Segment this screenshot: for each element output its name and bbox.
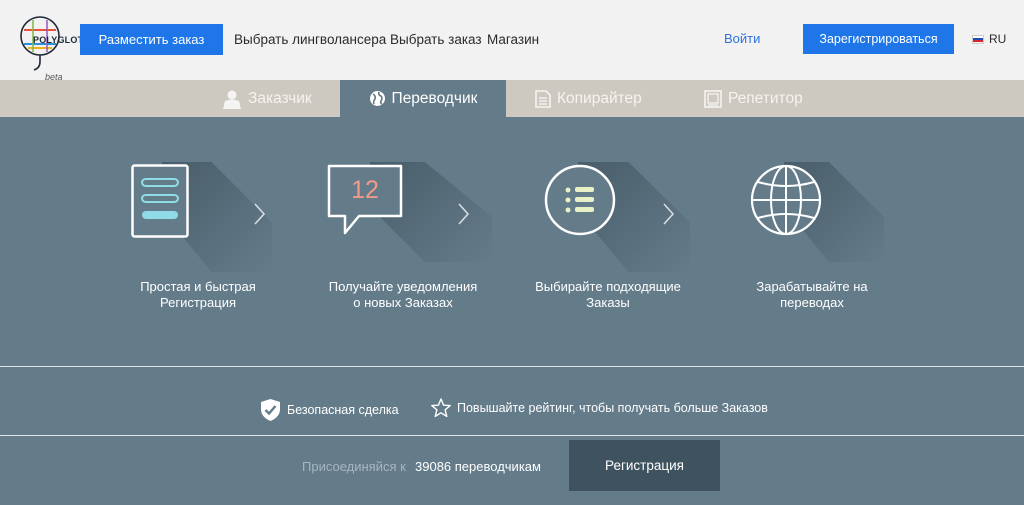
list-icon	[544, 164, 616, 236]
nav-choose-linguolancer[interactable]: Выбрать лингволансера	[234, 32, 386, 47]
tab-tutor[interactable]: Репетитор	[704, 80, 803, 117]
step-2-text: Получайте уведомления о новых Заказах	[313, 279, 493, 311]
tab-customer-label: Заказчик	[248, 89, 312, 107]
step-4-line2: переводах	[780, 295, 844, 310]
star-icon	[431, 398, 451, 418]
divider	[0, 435, 1024, 436]
rating-label: Повышайте рейтинг, чтобы получать больше…	[457, 401, 768, 415]
safe-deal-feature: Безопасная сделка	[260, 398, 399, 422]
chevron-right-icon	[663, 203, 675, 225]
language-selector[interactable]: RU	[972, 32, 1006, 46]
safe-deal-label: Безопасная сделка	[287, 403, 399, 417]
step-1-line2: Регистрация	[160, 295, 236, 310]
tab-copywriter[interactable]: Копирайтер	[535, 80, 642, 117]
signup-button[interactable]: Регистрация	[569, 440, 720, 491]
divider	[0, 366, 1024, 367]
polyglot-logo[interactable]: POLYGLOT beta	[14, 8, 83, 82]
step-2-line2: о новых Заказах	[353, 295, 453, 310]
globe-icon	[369, 91, 385, 106]
rating-feature: Повышайте рейтинг, чтобы получать больше…	[431, 398, 768, 418]
step-1-text: Простая и быстрая Регистрация	[108, 279, 288, 311]
user-icon	[223, 90, 241, 109]
role-tabs: Заказчик Переводчик Копирайтер Репетитор	[0, 80, 1024, 117]
step-1-line1: Простая и быстрая	[140, 279, 256, 294]
globe-icon	[750, 164, 822, 236]
book-icon	[704, 89, 722, 108]
language-code: RU	[989, 32, 1007, 46]
nav-shop[interactable]: Магазин	[487, 32, 539, 47]
tab-translator[interactable]: Переводчик	[340, 80, 506, 117]
join-prefix-text: Присоединяйся к	[302, 459, 406, 474]
register-button[interactable]: Зарегистрироваться	[803, 24, 954, 54]
step-3-text: Выбирайте подходящие Заказы	[518, 279, 698, 311]
russia-flag-icon	[972, 34, 984, 44]
document-icon	[535, 89, 551, 108]
header: POLYGLOT beta Разместить заказ Выбрать л…	[0, 0, 1024, 82]
form-icon	[131, 164, 189, 238]
tab-customer[interactable]: Заказчик	[222, 80, 312, 117]
tab-tutor-label: Репетитор	[728, 89, 803, 107]
tab-copywriter-label: Копирайтер	[557, 89, 642, 107]
place-order-button[interactable]: Разместить заказ	[80, 24, 223, 55]
step-4-text: Зарабатывайте на переводах	[722, 279, 902, 311]
login-link[interactable]: Войти	[724, 31, 760, 46]
chevron-right-icon	[458, 203, 470, 225]
step-4-line1: Зарабатывайте на	[756, 279, 868, 294]
nav-choose-order[interactable]: Выбрать заказ	[390, 32, 482, 47]
step-3-line2: Заказы	[586, 295, 630, 310]
step-2-line1: Получайте уведомления	[328, 279, 478, 294]
shield-check-icon	[261, 399, 280, 421]
notification-count: 12	[351, 176, 379, 204]
chevron-right-icon	[254, 203, 266, 225]
logo-text: POLYGLOT	[33, 35, 84, 45]
tab-translator-label: Переводчик	[391, 89, 478, 107]
step-3-line1: Выбирайте подходящие	[535, 279, 681, 294]
translators-count: 39086 переводчикам	[415, 459, 541, 474]
